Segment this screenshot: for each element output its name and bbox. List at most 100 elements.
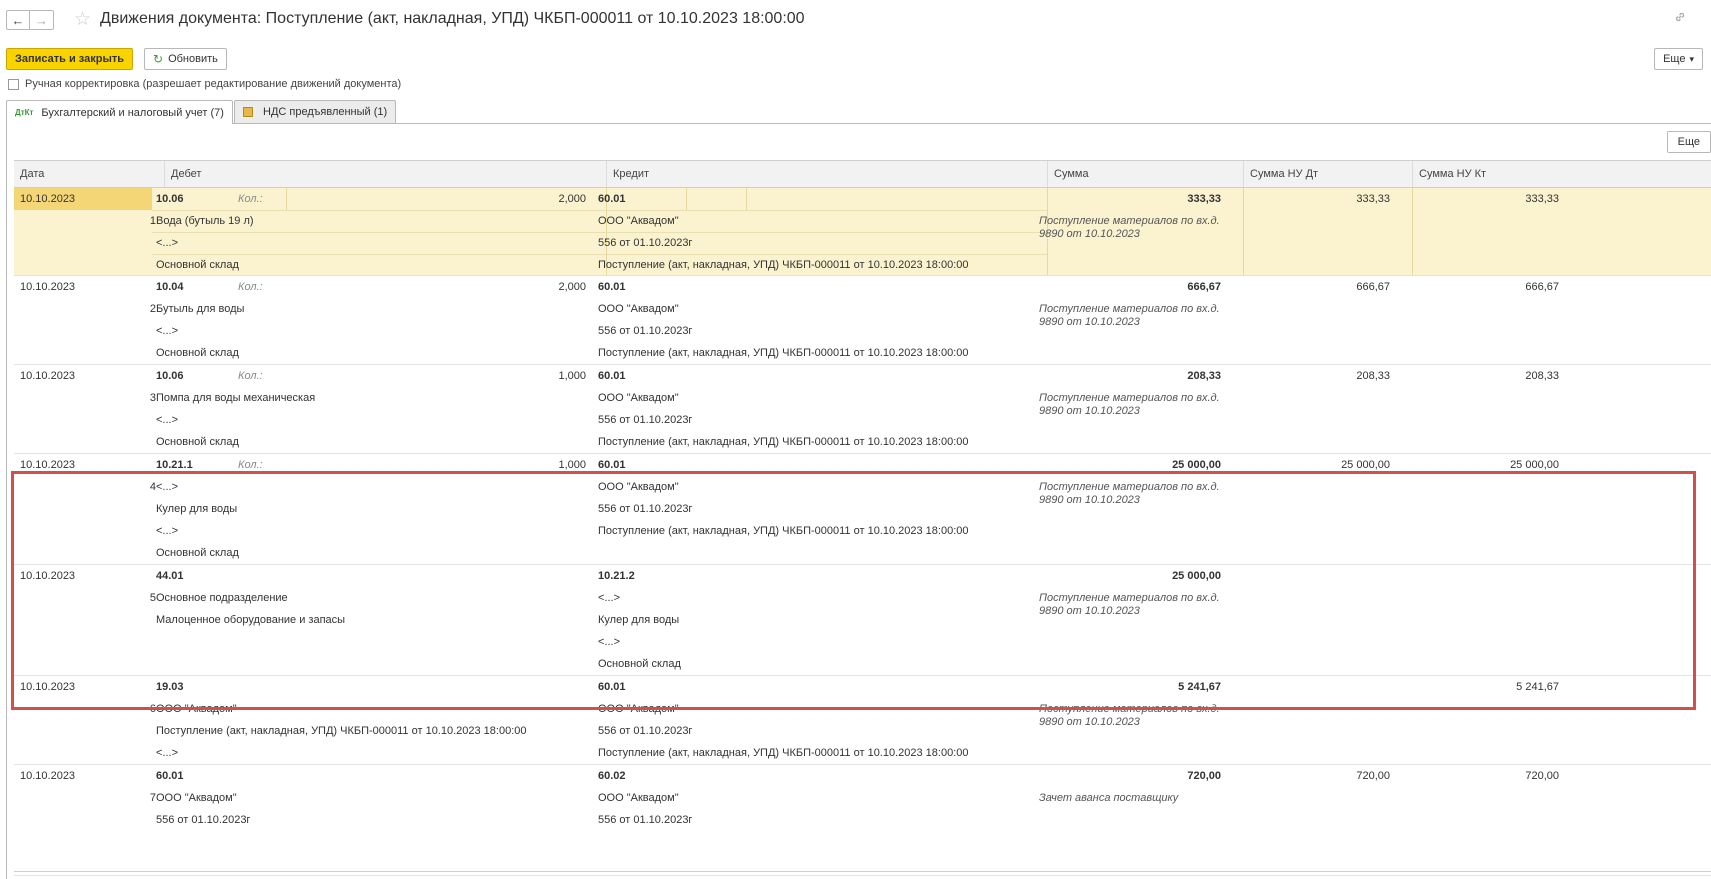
- sum-description[interactable]: Поступление материалов по вх.д. 9890 от …: [1039, 592, 1224, 618]
- credit-account[interactable]: 60.01: [598, 281, 626, 293]
- credit-account[interactable]: 60.01: [598, 370, 626, 382]
- sum-description[interactable]: Поступление материалов по вх.д. 9890 от …: [1039, 703, 1224, 729]
- tab-vat[interactable]: НДС предъявленный (1): [234, 100, 397, 123]
- sum-nu-kt-value[interactable]: 333,33: [1398, 193, 1559, 205]
- debit-account[interactable]: 10.21.1: [156, 459, 193, 471]
- credit-subconto[interactable]: ООО "Аквадом": [598, 792, 679, 804]
- credit-subconto[interactable]: 556 от 01.10.2023г: [598, 414, 692, 426]
- sum-nu-kt-value[interactable]: 5 241,67: [1398, 681, 1559, 693]
- debit-subconto[interactable]: Бутыль для воды: [156, 303, 244, 315]
- sum-nu-kt-value[interactable]: 208,33: [1398, 370, 1559, 382]
- sum-description[interactable]: Поступление материалов по вх.д. 9890 от …: [1039, 392, 1224, 418]
- save-and-close-button[interactable]: Записать и закрыть: [6, 48, 134, 70]
- debit-subconto[interactable]: <...>: [156, 525, 178, 537]
- debit-qty[interactable]: 2,000: [494, 281, 586, 293]
- table-row[interactable]: 10.10.2023 7 60.01 ООО "Аквадом" 556 от 01.1…: [14, 765, 1711, 876]
- debit-subconto[interactable]: 556 от 01.10.2023г: [156, 814, 250, 826]
- sum-nu-kt-value[interactable]: 720,00: [1398, 770, 1559, 782]
- sum-nu-kt-value[interactable]: 25 000,00: [1398, 459, 1559, 471]
- debit-subconto[interactable]: <...>: [156, 414, 178, 426]
- table-row[interactable]: 10.10.2023 2 10.04 Кол.: 2,000 Бутыль для вод…: [14, 276, 1711, 365]
- debit-subconto[interactable]: Вода (бутыль 19 л): [156, 215, 254, 227]
- sum-value[interactable]: 25 000,00: [1034, 570, 1221, 582]
- col-sum-nu-dt[interactable]: Сумма НУ Дт: [1243, 161, 1412, 187]
- credit-subconto[interactable]: Основной склад: [598, 658, 681, 670]
- debit-subconto[interactable]: Основной склад: [156, 259, 239, 271]
- credit-subconto[interactable]: ООО "Аквадом": [598, 303, 679, 315]
- debit-account[interactable]: 44.01: [156, 570, 184, 582]
- credit-account[interactable]: 60.01: [598, 459, 626, 471]
- col-date[interactable]: Дата: [14, 161, 164, 187]
- table-more-button[interactable]: Еще: [1666, 131, 1711, 153]
- forward-button[interactable]: →: [30, 10, 54, 30]
- table-row[interactable]: 10.10.2023 4 10.21.1 Кол.: 1,000 <...> Кулер д…: [14, 454, 1711, 565]
- credit-subconto[interactable]: Поступление (акт, накладная, УПД) ЧКБП-0…: [598, 747, 969, 759]
- credit-subconto[interactable]: Поступление (акт, накладная, УПД) ЧКБП-0…: [598, 436, 969, 448]
- credit-subconto[interactable]: Кулер для воды: [598, 614, 679, 626]
- debit-subconto[interactable]: Основной склад: [156, 436, 239, 448]
- credit-subconto[interactable]: 556 от 01.10.2023г: [598, 814, 692, 826]
- debit-qty[interactable]: 1,000: [494, 459, 586, 471]
- credit-subconto[interactable]: 556 от 01.10.2023г: [598, 325, 692, 337]
- sum-value[interactable]: 720,00: [1034, 770, 1221, 782]
- debit-subconto[interactable]: <...>: [156, 481, 178, 493]
- sum-nu-dt-value[interactable]: 208,33: [1229, 370, 1390, 382]
- sum-value[interactable]: 666,67: [1034, 281, 1221, 293]
- debit-qty[interactable]: 2,000: [494, 193, 586, 205]
- credit-subconto[interactable]: ООО "Аквадом": [598, 703, 679, 715]
- debit-subconto[interactable]: Основной склад: [156, 347, 239, 359]
- debit-subconto[interactable]: Основной склад: [156, 547, 239, 559]
- table-row[interactable]: 10.10.2023 3 10.06 Кол.: 1,000 Помпа для воды…: [14, 365, 1711, 454]
- debit-subconto[interactable]: ООО "Аквадом": [156, 792, 237, 804]
- col-debit[interactable]: Дебет: [164, 161, 606, 187]
- sum-nu-dt-value[interactable]: 720,00: [1229, 770, 1390, 782]
- tab-accounting[interactable]: ДтКт Бухгалтерский и налоговый учет (7): [6, 100, 233, 124]
- debit-subconto[interactable]: <...>: [156, 747, 178, 759]
- sum-value[interactable]: 25 000,00: [1034, 459, 1221, 471]
- credit-subconto[interactable]: ООО "Аквадом": [598, 392, 679, 404]
- debit-subconto[interactable]: Основное подразделение: [156, 592, 288, 604]
- sum-nu-dt-value[interactable]: 333,33: [1229, 193, 1390, 205]
- sum-description[interactable]: Поступление материалов по вх.д. 9890 от …: [1039, 481, 1224, 507]
- table-row[interactable]: 10.10.2023 6 19.03 ООО "Аквадом" Поступление…: [14, 676, 1711, 765]
- sum-nu-dt-value[interactable]: 25 000,00: [1229, 459, 1390, 471]
- sum-description[interactable]: Поступление материалов по вх.д. 9890 от …: [1039, 303, 1224, 329]
- sum-value[interactable]: 5 241,67: [1034, 681, 1221, 693]
- back-button[interactable]: ←: [6, 10, 30, 30]
- debit-account[interactable]: 10.06: [156, 193, 184, 205]
- credit-subconto[interactable]: ООО "Аквадом": [598, 481, 679, 493]
- credit-subconto[interactable]: 556 от 01.10.2023г: [598, 725, 692, 737]
- debit-subconto[interactable]: Поступление (акт, накладная, УПД) ЧКБП-0…: [156, 725, 527, 737]
- debit-account[interactable]: 60.01: [156, 770, 184, 782]
- credit-subconto[interactable]: 556 от 01.10.2023г: [598, 237, 692, 249]
- favorite-star-icon[interactable]: ☆: [74, 8, 91, 31]
- debit-account[interactable]: 10.04: [156, 281, 184, 293]
- link-icon[interactable]: [1673, 10, 1687, 28]
- manual-edit-checkbox[interactable]: [8, 78, 19, 90]
- col-sum[interactable]: Сумма: [1047, 161, 1243, 187]
- sum-nu-dt-value[interactable]: 666,67: [1229, 281, 1390, 293]
- credit-subconto[interactable]: 556 от 01.10.2023г: [598, 503, 692, 515]
- credit-subconto[interactable]: Поступление (акт, накладная, УПД) ЧКБП-0…: [598, 347, 969, 359]
- debit-qty[interactable]: 1,000: [494, 370, 586, 382]
- debit-subconto[interactable]: Помпа для воды механическая: [156, 392, 315, 404]
- credit-subconto[interactable]: <...>: [598, 636, 620, 648]
- manual-edit-option[interactable]: Ручная корректировка (разрешает редактир…: [8, 78, 401, 90]
- credit-subconto[interactable]: Поступление (акт, накладная, УПД) ЧКБП-0…: [598, 259, 969, 271]
- debit-subconto[interactable]: Малоценное оборудование и запасы: [156, 614, 345, 626]
- sum-value[interactable]: 208,33: [1034, 370, 1221, 382]
- debit-subconto[interactable]: Кулер для воды: [156, 503, 237, 515]
- debit-account[interactable]: 19.03: [156, 681, 184, 693]
- credit-account[interactable]: 60.02: [598, 770, 626, 782]
- debit-subconto[interactable]: <...>: [156, 325, 178, 337]
- refresh-button[interactable]: ↻ Обновить: [144, 48, 227, 70]
- table-row[interactable]: 10.10.2023 5 44.01 Основное подразделение Ма…: [14, 565, 1711, 676]
- debit-account[interactable]: 10.06: [156, 370, 184, 382]
- col-credit[interactable]: Кредит: [606, 161, 1047, 187]
- credit-subconto[interactable]: <...>: [598, 592, 620, 604]
- sum-description[interactable]: Зачет аванса поставщику: [1039, 792, 1224, 805]
- col-sum-nu-kt[interactable]: Сумма НУ Кт: [1412, 161, 1711, 187]
- sum-nu-kt-value[interactable]: 666,67: [1398, 281, 1559, 293]
- credit-account[interactable]: 60.01: [598, 193, 626, 205]
- table-row[interactable]: 10.10.2023 1 10.06 Кол.: 2,000 Вода (бутыль 1…: [14, 188, 1711, 276]
